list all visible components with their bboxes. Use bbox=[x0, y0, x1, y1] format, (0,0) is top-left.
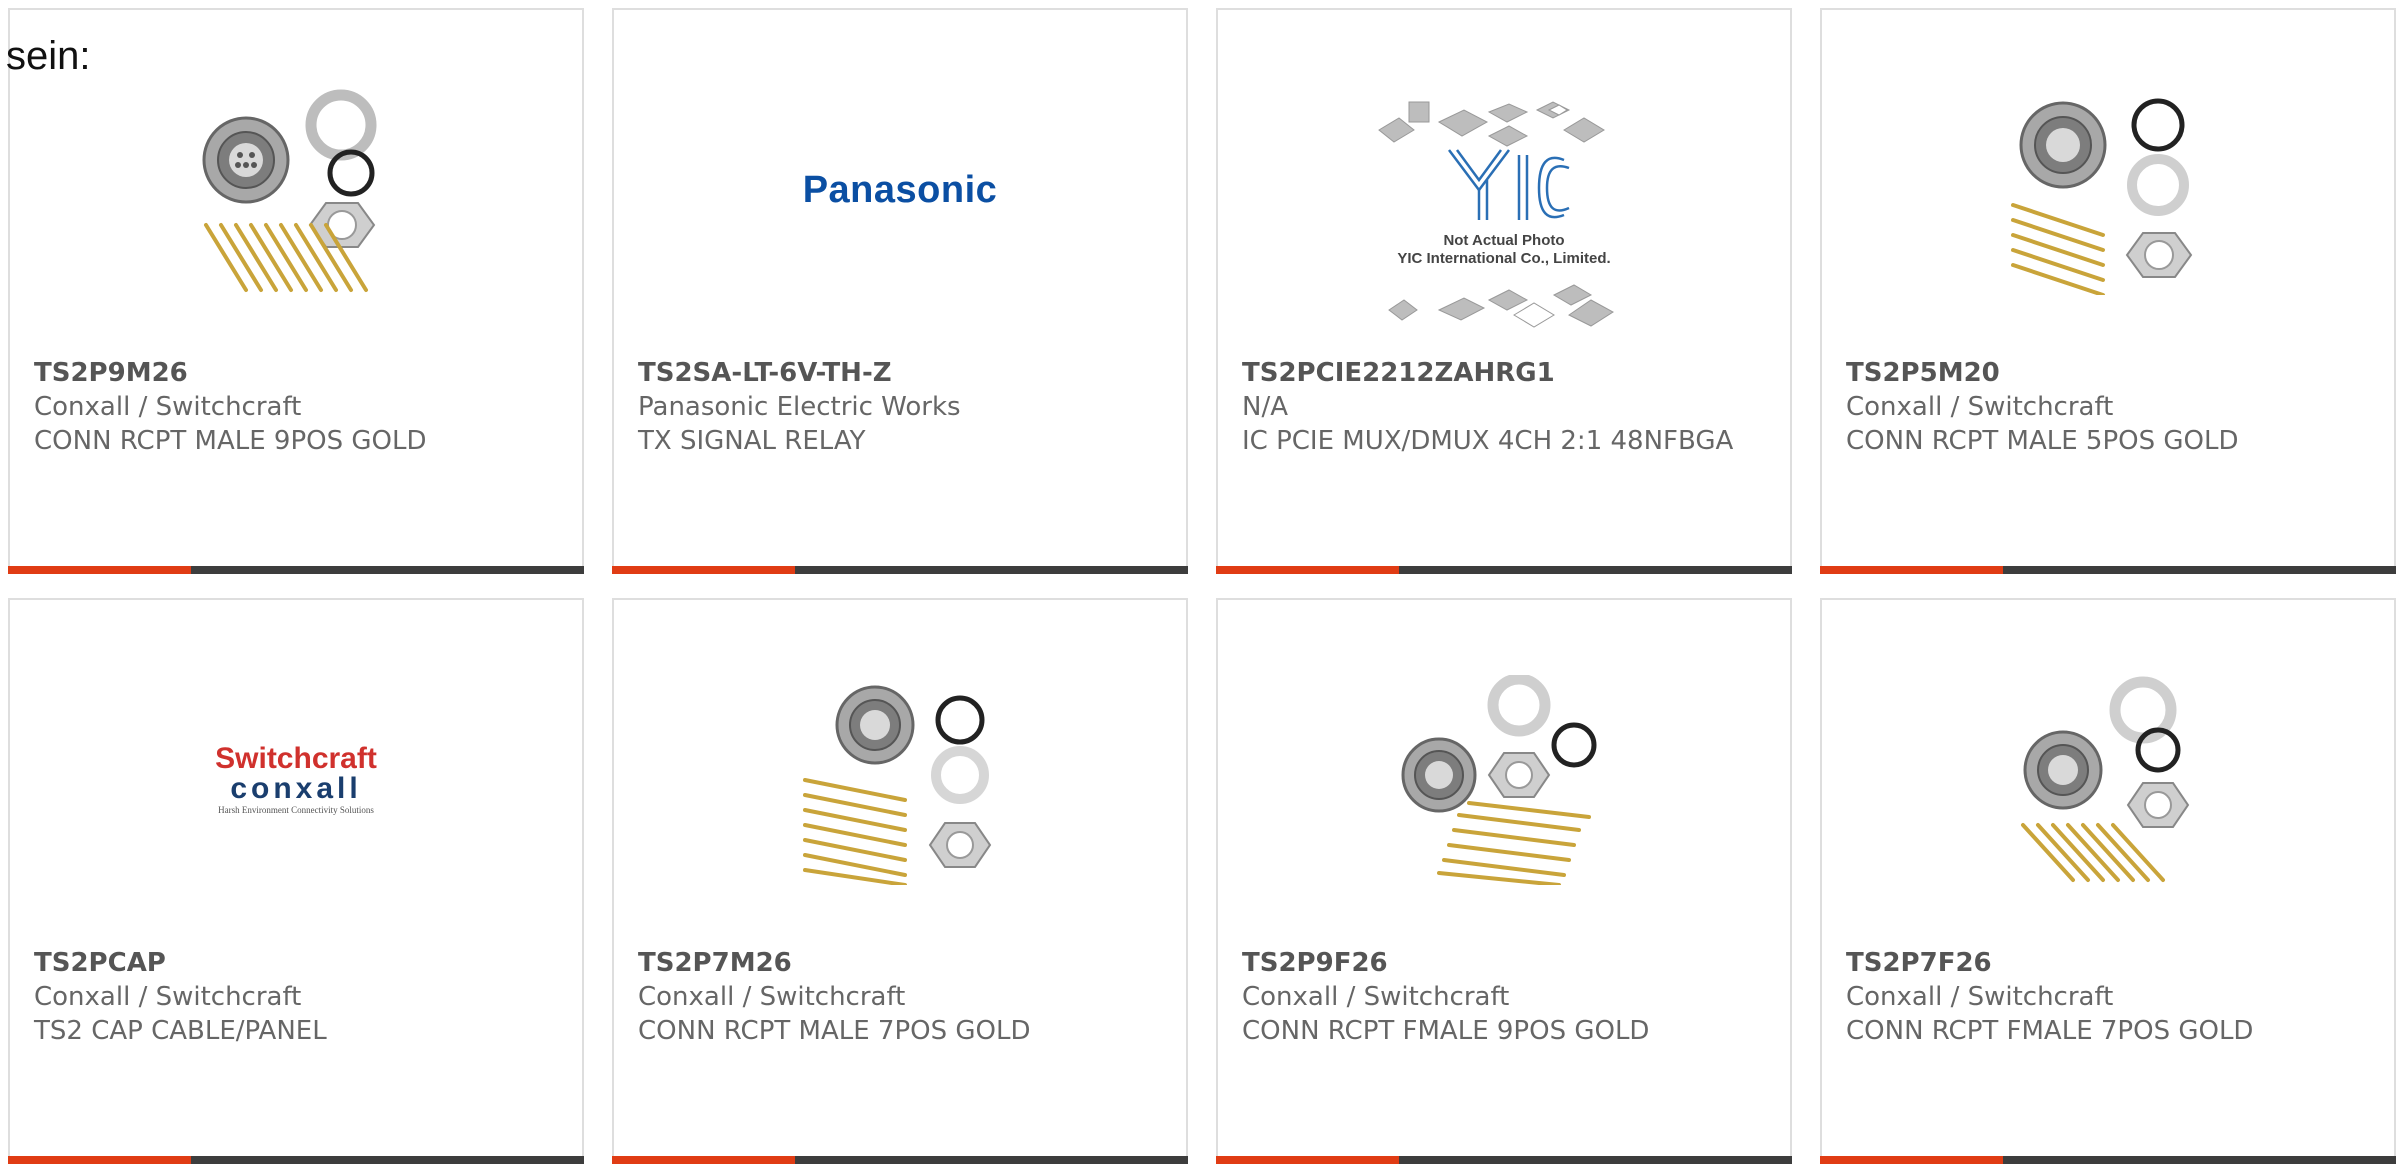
product-info: TS2SA-LT-6V-TH-Z Panasonic Electric Work… bbox=[638, 356, 1162, 458]
manufacturer: Conxall / Switchcraft bbox=[1846, 982, 2114, 1012]
product-card[interactable]: Switchcraft conxall Harsh Environment Co… bbox=[8, 598, 584, 1164]
connector-photo-icon bbox=[2021, 676, 2190, 882]
description: CONN RCPT FMALE 7POS GOLD bbox=[1846, 1016, 2254, 1046]
connector-photo-icon bbox=[2011, 98, 2193, 295]
connector-photo-icon bbox=[202, 89, 377, 292]
manufacturer: Conxall / Switchcraft bbox=[34, 392, 302, 422]
manufacturer: Panasonic Electric Works bbox=[638, 392, 961, 422]
card-accent-bar bbox=[8, 566, 584, 574]
card-accent-bar bbox=[1216, 566, 1792, 574]
description: TX SIGNAL RELAY bbox=[638, 426, 866, 456]
description: CONN RCPT MALE 5POS GOLD bbox=[1846, 426, 2239, 456]
product-info: TS2P9M26 Conxall / Switchcraft CONN RCPT… bbox=[34, 356, 558, 458]
card-accent-bar bbox=[612, 566, 1188, 574]
product-card[interactable]: TS2P9F26 Conxall / Switchcraft CONN RCPT… bbox=[1216, 598, 1792, 1164]
manufacturer: Conxall / Switchcraft bbox=[1846, 392, 2114, 422]
product-info: TS2PCAP Conxall / Switchcraft TS2 CAP CA… bbox=[34, 946, 558, 1048]
intro-text: sein: bbox=[6, 34, 91, 78]
product-info: TS2PCIE2212ZAHRG1 N/A IC PCIE MUX/DMUX 4… bbox=[1242, 356, 1766, 458]
manufacturer: Conxall / Switchcraft bbox=[34, 982, 302, 1012]
part-number[interactable]: TS2SA-LT-6V-TH-Z bbox=[638, 356, 1162, 390]
logo-line2: conxall bbox=[230, 772, 362, 805]
product-card[interactable]: TS2P9M26 Conxall / Switchcraft CONN RCPT… bbox=[8, 8, 584, 574]
placeholder-line2: YIC International Co., Limited. bbox=[1397, 250, 1610, 267]
card-accent-bar bbox=[1216, 1156, 1792, 1164]
card-accent-bar bbox=[8, 1156, 584, 1164]
description: CONN RCPT FMALE 9POS GOLD bbox=[1242, 1016, 1650, 1046]
part-number[interactable]: TS2PCIE2212ZAHRG1 bbox=[1242, 356, 1766, 390]
switchcraft-conxall-logo: Switchcraft conxall Harsh Environment Co… bbox=[215, 744, 377, 816]
part-number[interactable]: TS2PCAP bbox=[34, 946, 558, 980]
product-info: TS2P5M20 Conxall / Switchcraft CONN RCPT… bbox=[1846, 356, 2370, 458]
product-card[interactable]: Not Actual Photo YIC International Co., … bbox=[1216, 8, 1792, 574]
part-number[interactable]: TS2P9M26 bbox=[34, 356, 558, 390]
connector-photo-icon bbox=[1401, 675, 1597, 885]
part-number[interactable]: TS2P7M26 bbox=[638, 946, 1162, 980]
description: TS2 CAP CABLE/PANEL bbox=[34, 1016, 327, 1046]
product-card[interactable]: TS2P7M26 Conxall / Switchcraft CONN RCPT… bbox=[612, 598, 1188, 1164]
product-grid: TS2P9M26 Conxall / Switchcraft CONN RCPT… bbox=[0, 0, 2400, 1164]
yic-placeholder-icon: Not Actual Photo YIC International Co., … bbox=[1378, 101, 1614, 328]
placeholder-line1: Not Actual Photo bbox=[1443, 232, 1564, 249]
description: CONN RCPT MALE 7POS GOLD bbox=[638, 1016, 1031, 1046]
product-image[interactable] bbox=[614, 660, 1186, 900]
product-card[interactable]: TS2P7F26 Conxall / Switchcraft CONN RCPT… bbox=[1820, 598, 2396, 1164]
card-accent-bar bbox=[612, 1156, 1188, 1164]
product-image[interactable]: Not Actual Photo YIC International Co., … bbox=[1218, 90, 1790, 350]
manufacturer: Conxall / Switchcraft bbox=[1242, 982, 1510, 1012]
manufacturer: Conxall / Switchcraft bbox=[638, 982, 906, 1012]
panasonic-logo: Panasonic bbox=[802, 168, 998, 211]
part-number[interactable]: TS2P7F26 bbox=[1846, 946, 2370, 980]
manufacturer: N/A bbox=[1242, 392, 1288, 422]
product-info: TS2P7M26 Conxall / Switchcraft CONN RCPT… bbox=[638, 946, 1162, 1048]
product-card[interactable]: Panasonic TS2SA-LT-6V-TH-Z Panasonic Ele… bbox=[612, 8, 1188, 574]
description: IC PCIE MUX/DMUX 4CH 2:1 48NFBGA bbox=[1242, 426, 1734, 456]
product-info: TS2P9F26 Conxall / Switchcraft CONN RCPT… bbox=[1242, 946, 1766, 1048]
card-accent-bar bbox=[1820, 1156, 2396, 1164]
product-image[interactable] bbox=[1822, 70, 2394, 310]
card-accent-bar bbox=[1820, 566, 2396, 574]
part-number[interactable]: TS2P9F26 bbox=[1242, 946, 1766, 980]
product-image[interactable] bbox=[1822, 660, 2394, 900]
product-info: TS2P7F26 Conxall / Switchcraft CONN RCPT… bbox=[1846, 946, 2370, 1048]
description: CONN RCPT MALE 9POS GOLD bbox=[34, 426, 427, 456]
connector-photo-icon bbox=[803, 685, 992, 885]
logo-line1: Switchcraft bbox=[215, 742, 377, 775]
product-card[interactable]: TS2P5M20 Conxall / Switchcraft CONN RCPT… bbox=[1820, 8, 2396, 574]
product-image[interactable]: Panasonic bbox=[614, 70, 1186, 310]
part-number[interactable]: TS2P5M20 bbox=[1846, 356, 2370, 390]
product-image[interactable] bbox=[1218, 660, 1790, 900]
product-image[interactable]: Switchcraft conxall Harsh Environment Co… bbox=[10, 660, 582, 900]
product-image[interactable] bbox=[10, 70, 582, 310]
logo-line3: Harsh Environment Connectivity Solutions bbox=[218, 805, 374, 815]
